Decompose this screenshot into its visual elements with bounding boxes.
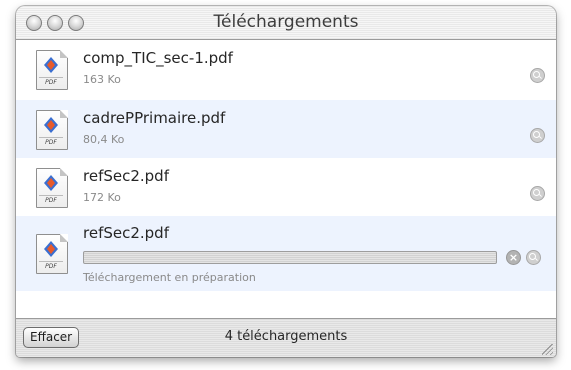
pdf-document-icon: PDF bbox=[36, 50, 68, 90]
magnifier-icon[interactable] bbox=[530, 128, 545, 143]
resize-grip-icon[interactable] bbox=[542, 344, 553, 355]
downloads-window: Téléchargements PDF comp_TIC_sec-1.pdf 1… bbox=[16, 6, 556, 357]
download-item[interactable]: PDF refSec2.pdf 172 Ko bbox=[16, 158, 556, 216]
file-name: refSec2.pdf bbox=[83, 167, 169, 185]
file-type-tag: PDF bbox=[39, 77, 63, 87]
download-progress-bar bbox=[83, 251, 497, 264]
title-bar[interactable]: Téléchargements bbox=[16, 6, 556, 40]
download-status: Téléchargement en préparation bbox=[83, 271, 256, 284]
download-item[interactable]: PDF comp_TIC_sec-1.pdf 163 Ko bbox=[16, 40, 556, 100]
pdf-document-icon: PDF bbox=[36, 234, 68, 274]
magnifier-icon[interactable] bbox=[530, 68, 545, 83]
stop-download-button[interactable]: × bbox=[506, 250, 521, 265]
magnifier-icon[interactable] bbox=[530, 186, 545, 201]
magnifier-icon[interactable] bbox=[526, 250, 541, 265]
file-type-tag: PDF bbox=[39, 137, 63, 147]
file-name: cadrePPrimaire.pdf bbox=[83, 109, 226, 127]
file-type-tag: PDF bbox=[39, 195, 63, 205]
pdf-document-icon: PDF bbox=[36, 168, 68, 208]
file-name: refSec2.pdf bbox=[83, 224, 169, 242]
pdf-document-icon: PDF bbox=[36, 110, 68, 150]
downloads-list: PDF comp_TIC_sec-1.pdf 163 Ko PDF cadreP… bbox=[16, 40, 556, 318]
file-size: 80,4 Ko bbox=[83, 133, 125, 146]
file-size: 172 Ko bbox=[83, 191, 121, 204]
download-item-in-progress[interactable]: PDF refSec2.pdf × Téléchargement en prép… bbox=[16, 216, 556, 291]
download-item[interactable]: PDF cadrePPrimaire.pdf 80,4 Ko bbox=[16, 100, 556, 158]
file-type-tag: PDF bbox=[39, 261, 63, 271]
window-title: Téléchargements bbox=[213, 12, 359, 32]
download-count: 4 téléchargements bbox=[224, 329, 348, 344]
file-name: comp_TIC_sec-1.pdf bbox=[83, 49, 233, 67]
status-bar: Effacer 4 téléchargements bbox=[16, 318, 556, 357]
file-size: 163 Ko bbox=[83, 73, 121, 86]
